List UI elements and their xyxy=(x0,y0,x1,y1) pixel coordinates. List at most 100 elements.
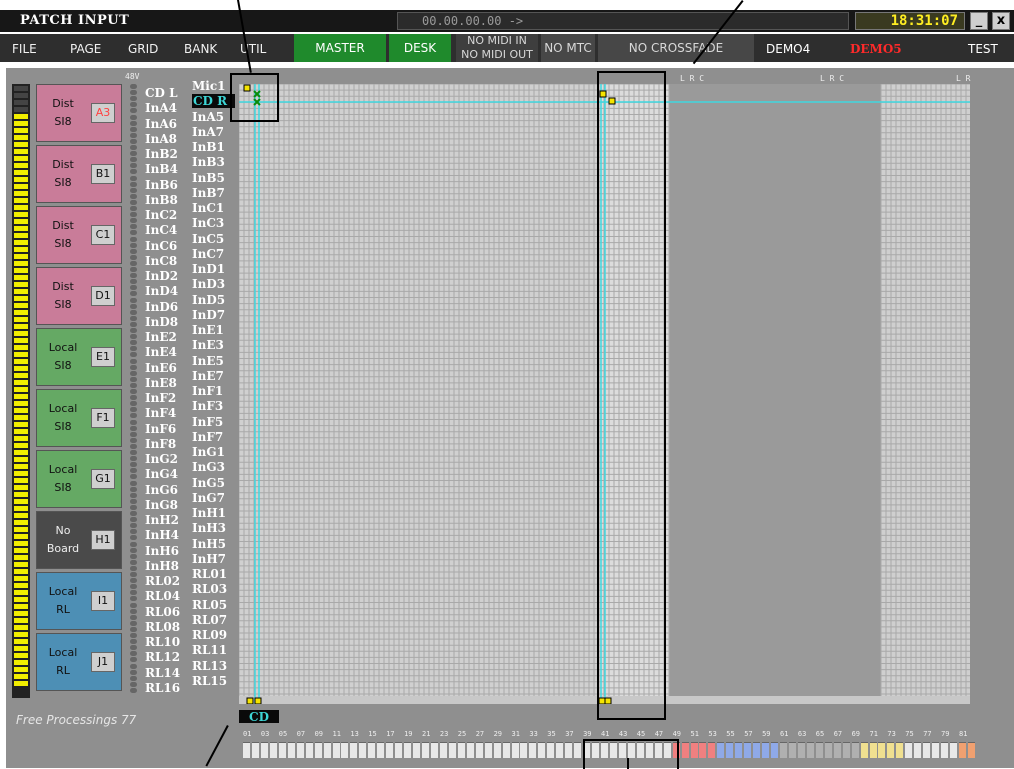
channel-label[interactable]: InA8 xyxy=(145,132,177,146)
output-strip-cell[interactable] xyxy=(529,742,537,758)
output-strip-cell[interactable] xyxy=(260,742,268,758)
output-strip-cell[interactable] xyxy=(448,742,456,758)
close-button[interactable]: x xyxy=(992,12,1010,30)
output-strip-cell[interactable] xyxy=(681,742,689,758)
channel-label[interactable]: RL11 xyxy=(192,643,227,657)
scene-demo4[interactable]: DEMO4 xyxy=(766,42,810,56)
output-strip-cell[interactable] xyxy=(422,742,429,758)
channel-label[interactable]: InF1 xyxy=(192,384,223,398)
output-strip-cell[interactable] xyxy=(278,742,286,758)
output-strip-cell[interactable] xyxy=(699,742,707,758)
channel-label[interactable]: RL04 xyxy=(145,589,180,603)
output-strip-cell[interactable] xyxy=(959,742,966,758)
channel-label[interactable]: InC7 xyxy=(192,247,224,261)
output-strip-cell[interactable] xyxy=(511,742,519,758)
channel-label[interactable]: InF7 xyxy=(192,430,223,444)
output-strip-cell[interactable] xyxy=(851,742,859,758)
output-strip-cell[interactable] xyxy=(878,742,886,758)
output-strip-cell[interactable] xyxy=(413,742,421,758)
channel-label[interactable]: InH7 xyxy=(192,552,226,566)
output-strip-cell[interactable] xyxy=(323,742,331,758)
channel-label[interactable]: RL09 xyxy=(192,628,227,642)
output-strip-cell[interactable] xyxy=(386,742,394,758)
channel-label[interactable]: InB2 xyxy=(145,147,178,161)
channel-label[interactable]: InH3 xyxy=(192,521,226,535)
channel-label[interactable]: InD5 xyxy=(192,293,225,307)
channel-label[interactable]: InC5 xyxy=(192,232,224,246)
board-button-c1[interactable]: Dist SI8 C1 xyxy=(36,206,122,264)
scene-demo5[interactable]: DEMO5 xyxy=(850,42,902,56)
output-strip-cell[interactable] xyxy=(574,742,582,758)
channel-label[interactable]: InE8 xyxy=(145,376,177,390)
channel-label[interactable]: InD2 xyxy=(145,269,178,283)
channel-label[interactable]: InG7 xyxy=(192,491,225,505)
output-strip-cell[interactable] xyxy=(780,742,787,758)
channel-label[interactable]: InD3 xyxy=(192,277,225,291)
output-strip-cell[interactable] xyxy=(815,742,823,758)
channel-label[interactable]: InD6 xyxy=(145,300,178,314)
output-strip-cell[interactable] xyxy=(708,742,716,758)
channel-label[interactable]: InG8 xyxy=(145,498,178,512)
output-strip-cell[interactable] xyxy=(932,742,940,758)
output-strip-cell[interactable] xyxy=(341,742,349,758)
output-strip-cell[interactable] xyxy=(314,742,322,758)
patch-point[interactable] xyxy=(254,697,262,704)
output-strip-cell[interactable] xyxy=(887,742,895,758)
output-strip-cell[interactable] xyxy=(368,742,376,758)
output-strip-cell[interactable] xyxy=(296,742,304,758)
output-strip-cell[interactable] xyxy=(243,742,250,758)
output-strip-cell[interactable] xyxy=(547,742,555,758)
output-strip-cell[interactable] xyxy=(251,742,259,758)
board-button-e1[interactable]: Local SI8 E1 xyxy=(36,328,122,386)
channel-label[interactable]: InF4 xyxy=(145,406,176,420)
channel-label[interactable]: InH4 xyxy=(145,528,179,542)
channel-label[interactable]: RL08 xyxy=(145,620,180,634)
output-strip-cell[interactable] xyxy=(457,742,465,758)
channel-label[interactable]: RL10 xyxy=(145,635,180,649)
master-button[interactable]: MASTER xyxy=(294,34,386,62)
output-strip-cell[interactable] xyxy=(771,742,779,758)
channel-label[interactable]: InA6 xyxy=(145,117,177,131)
channel-label[interactable]: RL13 xyxy=(192,659,227,673)
scene-test[interactable]: TEST xyxy=(968,42,998,56)
patch-point[interactable] xyxy=(246,697,254,704)
channel-label[interactable]: RL03 xyxy=(192,582,227,596)
output-strip-cell[interactable] xyxy=(842,742,850,758)
channel-label[interactable]: InH6 xyxy=(145,544,179,558)
channel-label[interactable]: InB6 xyxy=(145,178,178,192)
output-strip-cell[interactable] xyxy=(565,742,573,758)
menu-bank[interactable]: BANK xyxy=(184,42,217,56)
channel-label[interactable]: InC8 xyxy=(145,254,177,268)
channel-label[interactable]: InD4 xyxy=(145,284,178,298)
channel-label[interactable]: RL12 xyxy=(145,650,180,664)
output-strip-cell[interactable] xyxy=(753,742,761,758)
output-strip-cell[interactable] xyxy=(502,742,510,758)
channel-label[interactable]: InH2 xyxy=(145,513,179,527)
channel-label[interactable]: InF5 xyxy=(192,415,223,429)
output-strip-cell[interactable] xyxy=(950,742,958,758)
channel-label[interactable]: InC4 xyxy=(145,223,177,237)
board-button-d1[interactable]: Dist SI8 D1 xyxy=(36,267,122,325)
channel-label[interactable]: InB8 xyxy=(145,193,178,207)
channel-label[interactable]: InE7 xyxy=(192,369,224,383)
menu-grid[interactable]: GRID xyxy=(128,42,158,56)
channel-label[interactable]: InB4 xyxy=(145,162,178,176)
channel-label[interactable]: InG5 xyxy=(192,476,225,490)
channel-label[interactable]: RL02 xyxy=(145,574,180,588)
channel-label[interactable]: RL15 xyxy=(192,674,227,688)
channel-label[interactable]: RL06 xyxy=(145,605,180,619)
channel-label[interactable]: RL05 xyxy=(192,598,227,612)
channel-label[interactable]: RL01 xyxy=(192,567,227,581)
output-strip-cell[interactable] xyxy=(395,742,403,758)
channel-label[interactable]: InE6 xyxy=(145,361,177,375)
output-strip-cell[interactable] xyxy=(735,742,743,758)
output-strip-cell[interactable] xyxy=(896,742,904,758)
output-strip-cell[interactable] xyxy=(860,742,868,758)
channel-label[interactable]: InF2 xyxy=(145,391,176,405)
board-button-f1[interactable]: Local SI8 F1 xyxy=(36,389,122,447)
output-strip-cell[interactable] xyxy=(967,742,975,758)
output-strip-cell[interactable] xyxy=(762,742,770,758)
output-strip-cell[interactable] xyxy=(556,742,564,758)
channel-label[interactable]: RL16 xyxy=(145,681,180,695)
output-strip-cell[interactable] xyxy=(332,742,340,758)
